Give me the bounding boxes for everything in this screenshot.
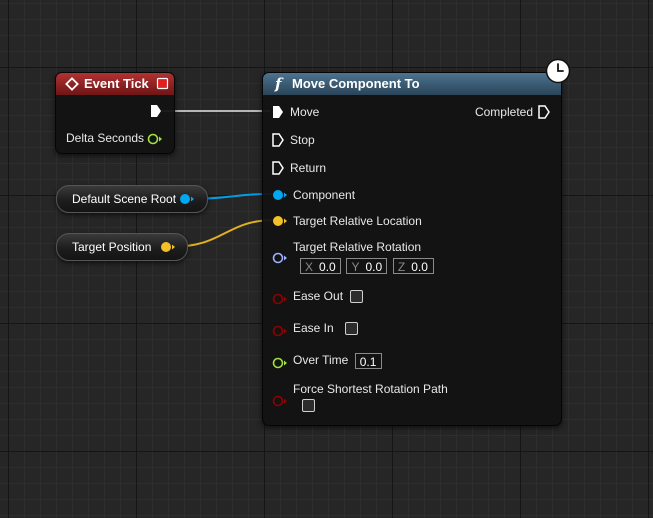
rotation-inputs: X 0.0 Y 0.0 Z 0.0: [300, 257, 434, 275]
component-pin[interactable]: Component: [293, 188, 355, 202]
event-output-delegate-icon[interactable]: [156, 77, 169, 90]
ease-out-checkbox[interactable]: [350, 290, 364, 304]
ease-out-pin-icon[interactable]: [272, 293, 288, 305]
function-icon: f: [275, 75, 282, 93]
latent-clock-icon: [545, 58, 571, 84]
rotation-y-input[interactable]: Y 0.0: [346, 257, 388, 274]
move-exec-pin-icon[interactable]: [272, 105, 284, 119]
target-relative-location-label: Target Relative Location: [293, 214, 422, 228]
event-tick-node[interactable]: Event Tick Delta Seconds: [55, 72, 175, 154]
return-exec-pin-icon[interactable]: [272, 161, 284, 175]
event-diamond-icon: [65, 77, 79, 91]
return-pin-label: Return: [290, 161, 327, 175]
force-shortest-rotation-path-label: Force Shortest Rotation Path: [293, 382, 448, 396]
target-position-node[interactable]: Target Position: [56, 233, 188, 261]
over-time-pin[interactable]: Over Time 0.1: [293, 353, 382, 369]
object-pin-icon[interactable]: [179, 193, 195, 205]
completed-exec-pin-icon[interactable]: [538, 105, 550, 119]
target-relative-rotation-label: Target Relative Rotation: [293, 240, 422, 254]
exec-out-pin-icon[interactable]: [150, 104, 162, 118]
rotation-z-input[interactable]: Z 0.0: [392, 257, 434, 274]
rotation-x-input[interactable]: X 0.0: [300, 257, 341, 274]
ease-out-pin[interactable]: Ease Out: [293, 289, 364, 304]
target-rotation-pin-icon[interactable]: [272, 252, 288, 264]
completed-pin[interactable]: Completed: [475, 105, 533, 119]
component-pin-icon[interactable]: [272, 189, 288, 201]
float-pin-icon[interactable]: [147, 133, 163, 145]
over-time-pin-icon[interactable]: [272, 357, 288, 369]
stop-pin-label: Stop: [290, 133, 315, 147]
ease-in-pin[interactable]: Ease In: [293, 321, 359, 336]
default-scene-root-node[interactable]: Default Scene Root: [56, 185, 208, 213]
stop-pin[interactable]: Stop: [290, 133, 315, 147]
target-location-pin-icon[interactable]: [272, 215, 288, 227]
return-pin[interactable]: Return: [290, 161, 326, 175]
move-component-to-header[interactable]: f Move Component To: [263, 73, 561, 95]
over-time-label: Over Time: [293, 353, 349, 368]
move-pin-label: Move: [290, 105, 320, 119]
ease-out-label: Ease Out: [293, 289, 344, 303]
vector-pin-icon[interactable]: [160, 241, 176, 253]
delta-seconds-pin[interactable]: Delta Seconds: [66, 131, 144, 145]
move-component-to-title: Move Component To: [292, 76, 420, 91]
move-pin[interactable]: Move: [290, 105, 319, 119]
stop-exec-pin-icon[interactable]: [272, 133, 284, 147]
target-position-label: Target Position: [72, 240, 152, 254]
target-relative-location-pin[interactable]: Target Relative Location: [293, 214, 422, 228]
over-time-input[interactable]: 0.1: [354, 353, 382, 369]
component-pin-label: Component: [293, 188, 356, 202]
default-scene-root-label: Default Scene Root: [72, 192, 177, 206]
ease-in-pin-icon[interactable]: [272, 325, 288, 337]
move-component-to-node[interactable]: f Move Component To Move Completed Stop …: [262, 72, 562, 426]
target-relative-rotation-pin[interactable]: Target Relative Rotation: [293, 240, 421, 254]
ease-in-label: Ease In: [293, 321, 334, 335]
delta-seconds-label: Delta Seconds: [66, 131, 145, 145]
force-shortest-pin-icon[interactable]: [272, 395, 288, 407]
force-shortest-checkbox[interactable]: [302, 399, 315, 412]
completed-pin-label: Completed: [474, 105, 533, 119]
event-tick-header[interactable]: Event Tick: [56, 73, 174, 95]
ease-in-checkbox[interactable]: [345, 322, 359, 336]
event-tick-title: Event Tick: [84, 76, 149, 91]
force-shortest-rotation-path-pin[interactable]: Force Shortest Rotation Path: [293, 382, 448, 396]
